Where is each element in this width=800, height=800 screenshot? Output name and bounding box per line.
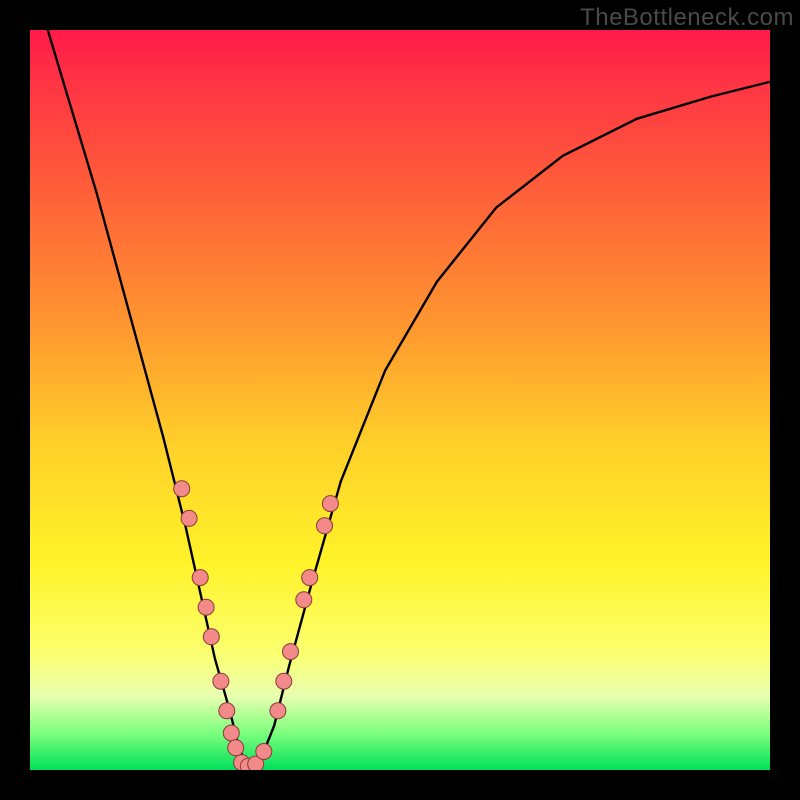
scatter-dot <box>181 510 197 526</box>
scatter-dot <box>223 725 239 741</box>
scatter-group <box>174 481 339 770</box>
scatter-dot <box>228 740 244 756</box>
scatter-dot <box>219 703 235 719</box>
scatter-dot <box>256 744 272 760</box>
scatter-dot <box>296 592 312 608</box>
plot-area <box>30 30 770 770</box>
scatter-dot <box>276 673 292 689</box>
scatter-dot <box>302 570 318 586</box>
dots-svg <box>30 30 770 770</box>
scatter-dot <box>203 629 219 645</box>
scatter-dot <box>192 570 208 586</box>
scatter-dot <box>174 481 190 497</box>
scatter-dot <box>198 599 214 615</box>
scatter-dot <box>283 644 299 660</box>
outer-frame: TheBottleneck.com <box>0 0 800 800</box>
scatter-dot <box>270 703 286 719</box>
watermark-text: TheBottleneck.com <box>580 4 794 32</box>
scatter-dot <box>317 518 333 534</box>
scatter-dot <box>213 673 229 689</box>
scatter-dot <box>322 496 338 512</box>
